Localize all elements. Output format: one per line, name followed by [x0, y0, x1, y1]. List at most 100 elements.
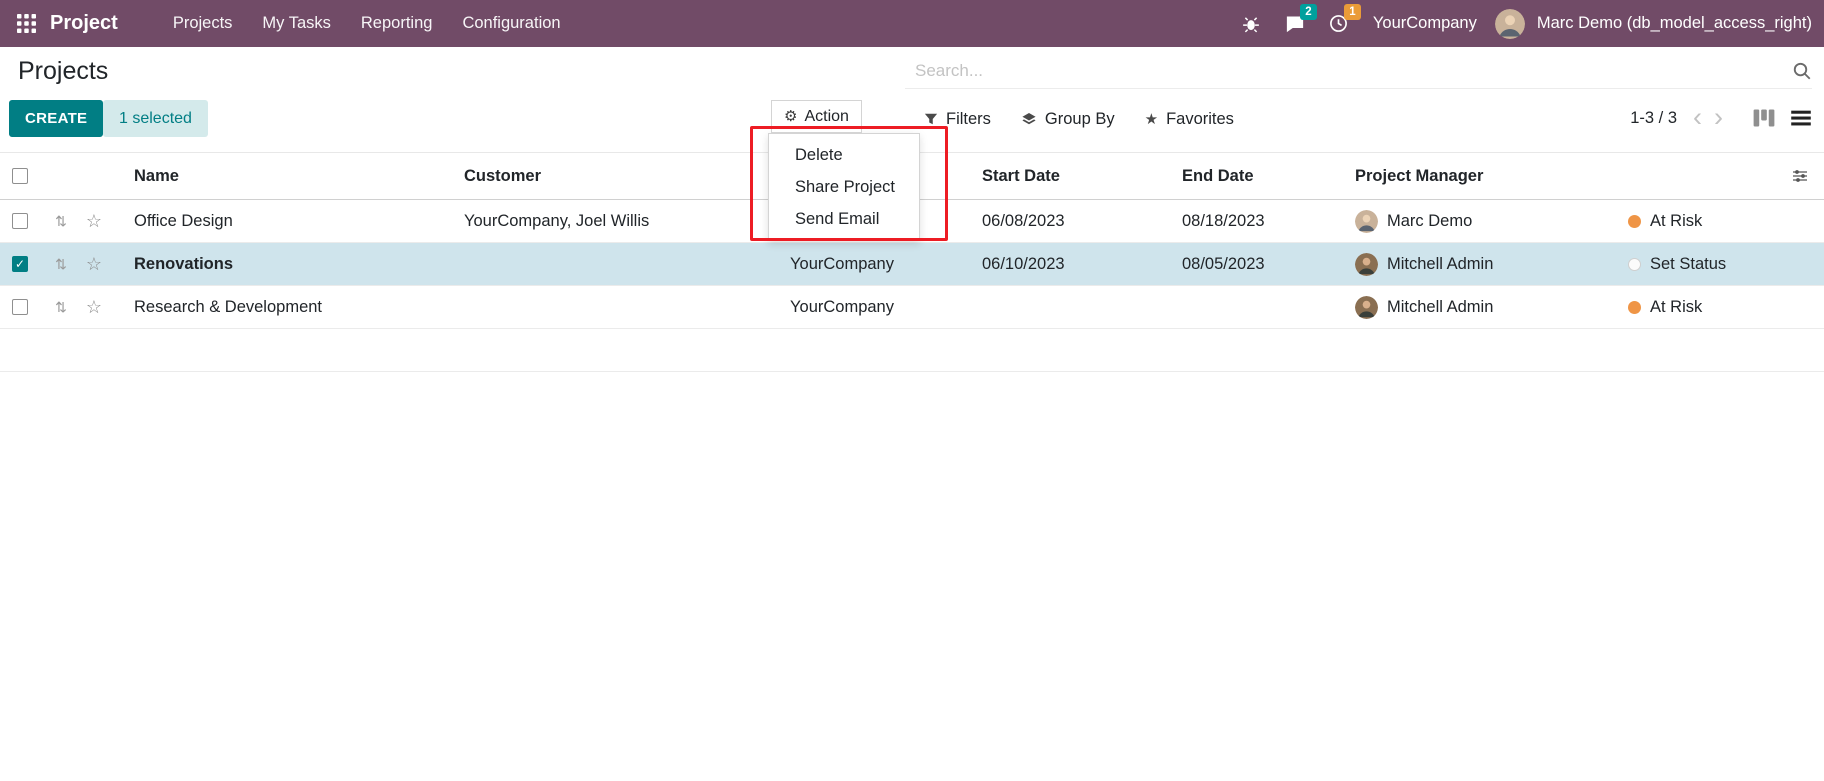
action-button[interactable]: ⚙ Action [771, 100, 862, 133]
menu-item-my-tasks[interactable]: My Tasks [247, 2, 345, 45]
project-manager-cell: Mitchell Admin [1355, 253, 1628, 276]
select-all-cell[interactable]: ✓ [0, 168, 46, 184]
header-name[interactable]: Name [112, 167, 442, 186]
kanban-view-button[interactable] [1753, 108, 1775, 128]
manager-name: Mitchell Admin [1387, 298, 1493, 317]
bug-icon [1242, 15, 1260, 33]
favorites-button[interactable]: ★ Favorites [1145, 110, 1234, 129]
group-by-icon [1021, 112, 1037, 127]
status-dot-icon [1628, 258, 1641, 271]
project-name: Office Design [112, 212, 442, 231]
project-customer: YourCompany [442, 298, 902, 317]
project-end-date: 08/18/2023 [1180, 212, 1355, 231]
optional-columns-button[interactable] [1788, 168, 1812, 184]
top-navbar: Project Projects My Tasks Reporting Conf… [0, 0, 1824, 47]
company-switcher[interactable]: YourCompany [1373, 14, 1477, 33]
drag-handle[interactable]: ⇅ [46, 300, 76, 314]
select-all-checkbox[interactable]: ✓ [12, 168, 28, 184]
favorite-toggle[interactable]: ☆ [76, 298, 112, 316]
group-by-label: Group By [1045, 110, 1115, 129]
drag-handle[interactable]: ⇅ [46, 214, 76, 228]
status-dot-icon [1628, 301, 1641, 314]
manager-avatar [1355, 296, 1378, 319]
status-dot-icon [1628, 215, 1641, 228]
row-checkbox[interactable]: ✓ [12, 213, 28, 229]
star-icon: ☆ [86, 298, 102, 316]
row-checkbox[interactable]: ✓ [12, 256, 28, 272]
user-avatar-image [1495, 9, 1525, 39]
drag-handle-icon: ⇅ [55, 214, 67, 228]
user-menu[interactable]: Marc Demo (db_model_access_right) [1537, 14, 1812, 33]
page-title: Projects [18, 57, 108, 86]
favorite-toggle[interactable]: ☆ [76, 255, 112, 273]
project-name: Research & Development [112, 298, 442, 317]
user-avatar[interactable] [1495, 9, 1525, 39]
pager-next-button[interactable]: › [1708, 107, 1729, 129]
status-label: At Risk [1650, 298, 1702, 317]
favorite-toggle[interactable]: ☆ [76, 212, 112, 230]
create-button[interactable]: CREATE [9, 100, 103, 137]
search-bar [905, 53, 1812, 89]
check-icon: ✓ [15, 257, 25, 271]
manager-avatar [1355, 253, 1378, 276]
messages-button[interactable]: 2 [1279, 9, 1311, 39]
filters-label: Filters [946, 110, 991, 129]
app-title[interactable]: Project [50, 12, 118, 35]
manager-avatar [1355, 210, 1378, 233]
table-row-selected[interactable]: ✓ ⇅ ☆ Renovations YourCompany 06/10/2023… [0, 243, 1824, 286]
empty-row [0, 329, 1824, 372]
selected-count-badge: 1 selected [103, 100, 208, 137]
list-view-icon [1790, 108, 1812, 128]
menu-item-share-project[interactable]: Share Project [769, 171, 919, 203]
list-view-button[interactable] [1790, 108, 1812, 128]
group-by-button[interactable]: Group By [1021, 110, 1115, 129]
status-label: Set Status [1650, 255, 1726, 274]
drag-handle[interactable]: ⇅ [46, 257, 76, 271]
messages-badge: 2 [1300, 4, 1317, 20]
menu-item-reporting[interactable]: Reporting [346, 2, 448, 45]
project-start-date: 06/08/2023 [980, 212, 1180, 231]
project-customer: YourCompany [442, 255, 902, 274]
row-checkbox-cell[interactable]: ✓ [0, 256, 46, 272]
filters-button[interactable]: Filters [924, 110, 991, 129]
apps-grid-icon [17, 14, 36, 33]
debug-button[interactable] [1235, 9, 1267, 39]
search-options: Filters Group By ★ Favorites [924, 103, 1234, 135]
header-start-date[interactable]: Start Date [980, 167, 1180, 186]
project-status[interactable]: At Risk [1628, 298, 1788, 317]
activities-badge: 1 [1344, 4, 1361, 20]
header-project-manager[interactable]: Project Manager [1355, 167, 1628, 186]
navbar-systray: 2 1 YourCompany Marc Demo (db_model_acce… [1235, 9, 1814, 39]
menu-item-configuration[interactable]: Configuration [447, 2, 575, 45]
drag-handle-icon: ⇅ [55, 300, 67, 314]
project-end-date: 08/05/2023 [1180, 255, 1355, 274]
table-row[interactable]: ✓ ⇅ ☆ Research & Development YourCompany… [0, 286, 1824, 329]
sliders-icon [1791, 168, 1809, 184]
activities-button[interactable]: 1 [1323, 9, 1355, 39]
filter-funnel-icon [924, 112, 938, 126]
star-icon: ☆ [86, 255, 102, 273]
project-manager-cell: Mitchell Admin [1355, 296, 1628, 319]
menu-item-send-email[interactable]: Send Email [769, 203, 919, 235]
row-checkbox-cell[interactable]: ✓ [0, 213, 46, 229]
manager-name: Mitchell Admin [1387, 255, 1493, 274]
view-switcher [1753, 108, 1812, 128]
project-status[interactable]: At Risk [1628, 212, 1788, 231]
row-checkbox-cell[interactable]: ✓ [0, 299, 46, 315]
pager-range: 1-3 / 3 [1630, 109, 1677, 128]
header-end-date[interactable]: End Date [1180, 167, 1355, 186]
search-icon[interactable] [1792, 61, 1812, 81]
project-manager-cell: Marc Demo [1355, 210, 1628, 233]
action-dropdown-menu: Delete Share Project Send Email [768, 133, 920, 241]
row-checkbox[interactable]: ✓ [12, 299, 28, 315]
menu-item-delete[interactable]: Delete [769, 139, 919, 171]
project-name: Renovations [112, 255, 442, 274]
project-status[interactable]: Set Status [1628, 255, 1788, 274]
main-menu: Projects My Tasks Reporting Configuratio… [158, 2, 576, 45]
drag-handle-icon: ⇅ [55, 257, 67, 271]
apps-menu-button[interactable] [10, 8, 42, 40]
menu-item-projects[interactable]: Projects [158, 2, 248, 45]
pager-previous-button[interactable]: ‹ [1687, 107, 1708, 129]
search-input[interactable] [905, 61, 1792, 81]
project-start-date: 06/10/2023 [980, 255, 1180, 274]
